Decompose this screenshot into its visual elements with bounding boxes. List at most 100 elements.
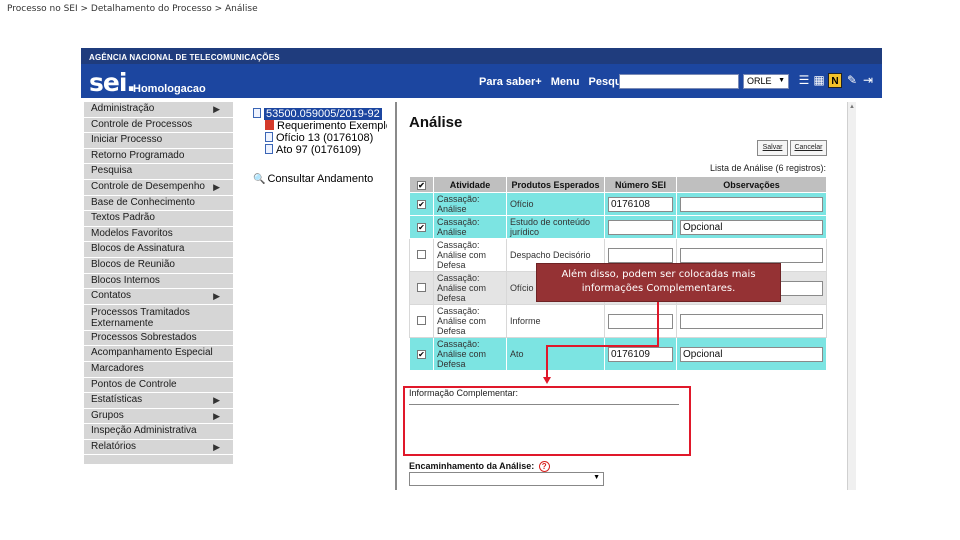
sei-cell: 0176109 — [604, 337, 677, 371]
tree-consult[interactable]: 🔍 Consultar Andamento — [253, 173, 387, 185]
save-button[interactable]: Salvar — [757, 140, 788, 156]
exit-icon[interactable]: ⇥ — [861, 73, 875, 88]
tree-doc-3[interactable]: Ato 97 (0176109) — [253, 144, 387, 156]
sidebar-item[interactable]: Estatísticas ▶ — [84, 393, 233, 409]
chevron-right-icon: ▶ — [213, 395, 220, 406]
table-row[interactable]: ✔ Cassação: Análise com Defesa Ato 0176109 O… — [409, 337, 827, 371]
sei-number-input[interactable] — [608, 219, 673, 235]
scrollbar[interactable]: ▲ — [847, 102, 856, 490]
sidebar-item[interactable]: Blocos Internos — [84, 274, 233, 290]
header-check[interactable]: ✔ — [409, 176, 434, 193]
sidebar-item[interactable]: Processos Sobrestados — [84, 331, 233, 347]
product-cell: Informe — [506, 304, 605, 338]
sidebar-item-label: Controle de Desempenho — [91, 180, 205, 192]
tree-doc-2[interactable]: Ofício 13 (0176108) — [253, 132, 387, 144]
sidebar-item[interactable]: Modelos Favoritos — [84, 227, 233, 243]
sei-cell — [604, 304, 677, 338]
sidebar-item-label: Administração — [91, 103, 155, 114]
row-checkbox[interactable] — [417, 282, 426, 292]
notepad-icon[interactable]: N — [828, 73, 842, 88]
document-icon — [265, 144, 273, 154]
sidebar-item-label: Pesquisa — [91, 165, 133, 177]
scroll-up-icon[interactable]: ▲ — [849, 104, 855, 110]
row-check-cell: ✔ — [409, 215, 434, 239]
encaminhamento-select[interactable]: ▼ — [409, 472, 604, 486]
sidebar-item-label: Contatos — [91, 290, 132, 302]
row-checkbox[interactable]: ✔ — [417, 350, 426, 359]
sidebar-item[interactable]: Grupos ▶ — [84, 409, 233, 425]
sidebar-item-label: Inspeção Administrativa — [91, 425, 197, 437]
sidebar-item[interactable]: Blocos de Reunião — [84, 258, 233, 274]
sidebar-item-label: Processos Tramitados Externamente — [91, 306, 190, 329]
sidebar-item[interactable]: Base de Conhecimento — [84, 196, 233, 212]
row-checkbox[interactable] — [417, 249, 426, 259]
document-icon — [265, 132, 273, 142]
list-icon[interactable]: ☰ — [797, 73, 811, 88]
sidebar-item[interactable]: Iniciar Processo — [84, 133, 233, 149]
sidebar-item-label: Iniciar Processo — [91, 134, 163, 146]
sidebar-item-label: Controle de Processos — [91, 118, 193, 130]
environment-label: Homologacao — [133, 83, 206, 95]
tools-icon[interactable]: ✎ — [845, 73, 859, 88]
row-check-cell — [409, 271, 434, 305]
cancel-button[interactable]: Cancelar — [790, 140, 827, 156]
sidebar-item[interactable]: Textos Padrão — [84, 211, 233, 227]
table-row[interactable]: ✔ Cassação: Análise Estudo de conteúdo jur… — [409, 215, 827, 239]
table-row[interactable]: ✔ Cassação: Análise Ofício 0176108 — [409, 192, 827, 216]
sidebar-item[interactable]: Controle de Desempenho ▶ — [84, 180, 233, 196]
observation-input[interactable] — [680, 247, 823, 263]
sidebar-item-label: Grupos — [91, 409, 124, 421]
activity-cell: Cassação: Análise com Defesa — [433, 238, 507, 272]
observation-input[interactable] — [680, 196, 823, 212]
panel-divider[interactable] — [395, 102, 397, 490]
chevron-down-icon: ▼ — [593, 474, 600, 481]
activity-cell: Cassação: Análise com Defesa — [433, 304, 507, 338]
unit-select[interactable]: ORLE ▼ — [743, 74, 789, 89]
sei-number-input[interactable] — [608, 313, 673, 329]
callout-connector — [546, 345, 548, 378]
sidebar-item-label: Processos Sobrestados — [91, 331, 197, 343]
search-input[interactable] — [619, 74, 739, 89]
link-para-saber[interactable]: Para saber+ — [479, 76, 542, 88]
sidebar-item[interactable]: Acompanhamento Especial — [84, 346, 233, 362]
sidebar-item[interactable]: Retorno Programado — [84, 149, 233, 165]
sidebar-item[interactable]: Administração ▶ — [84, 102, 233, 118]
grid-icon[interactable]: ▦ — [812, 73, 826, 88]
sidebar-menu: Administração ▶ Controle de Processos Inici… — [84, 102, 233, 464]
highlight-box — [403, 386, 691, 456]
sei-number-input[interactable] — [608, 247, 673, 263]
sidebar-item[interactable]: Blocos de Assinatura — [84, 242, 233, 258]
process-number: 53500.059005/2019-92 — [264, 108, 382, 120]
sidebar-item[interactable]: Relatórios ▶ — [84, 440, 233, 456]
observation-input[interactable]: Opcional — [680, 219, 823, 235]
observation-input[interactable] — [680, 313, 823, 329]
row-checkbox[interactable]: ✔ — [417, 200, 426, 209]
sidebar-item-label: Blocos Internos — [91, 274, 160, 286]
select-all-checkbox[interactable]: ✔ — [417, 180, 426, 190]
observation-input[interactable]: Opcional — [680, 346, 823, 362]
sidebar-item[interactable]: Marcadores — [84, 362, 233, 378]
row-checkbox[interactable] — [417, 315, 426, 325]
sidebar-item[interactable]: Controle de Processos — [84, 118, 233, 134]
chevron-down-icon: ▼ — [778, 77, 785, 84]
table-row[interactable]: Cassação: Análise com Defesa Informe — [409, 304, 827, 338]
sidebar-item[interactable]: Inspeção Administrativa — [84, 424, 233, 440]
sidebar-item-label: Pontos de Controle — [91, 378, 177, 390]
sidebar-item-label: Relatórios — [91, 440, 137, 452]
sidebar-item[interactable]: Pontos de Controle — [84, 378, 233, 394]
tree-process[interactable]: 53500.059005/2019-92 — [253, 108, 387, 120]
sei-number-input[interactable]: 0176108 — [608, 196, 673, 212]
agency-banner: AGÊNCIA NACIONAL DE TELECOMUNICAÇÕES — [81, 48, 882, 64]
sidebar-item[interactable]: Processos Tramitados Externamente — [84, 305, 233, 331]
sei-logo[interactable]: sei. — [89, 68, 136, 97]
sidebar-item[interactable]: Pesquisa — [84, 164, 233, 180]
help-icon[interactable]: ? — [538, 461, 550, 472]
chevron-right-icon: ▶ — [213, 291, 220, 302]
callout-line-2: informações Complementares. — [581, 283, 736, 294]
sei-number-input[interactable]: 0176109 — [608, 346, 673, 362]
tree-doc-1[interactable]: Requerimento Exemplo — [253, 120, 387, 132]
sidebar-item-label: Base de Conhecimento — [91, 196, 195, 208]
link-menu[interactable]: Menu — [551, 76, 580, 88]
sidebar-item[interactable]: Contatos ▶ — [84, 289, 233, 305]
row-checkbox[interactable]: ✔ — [417, 223, 426, 232]
